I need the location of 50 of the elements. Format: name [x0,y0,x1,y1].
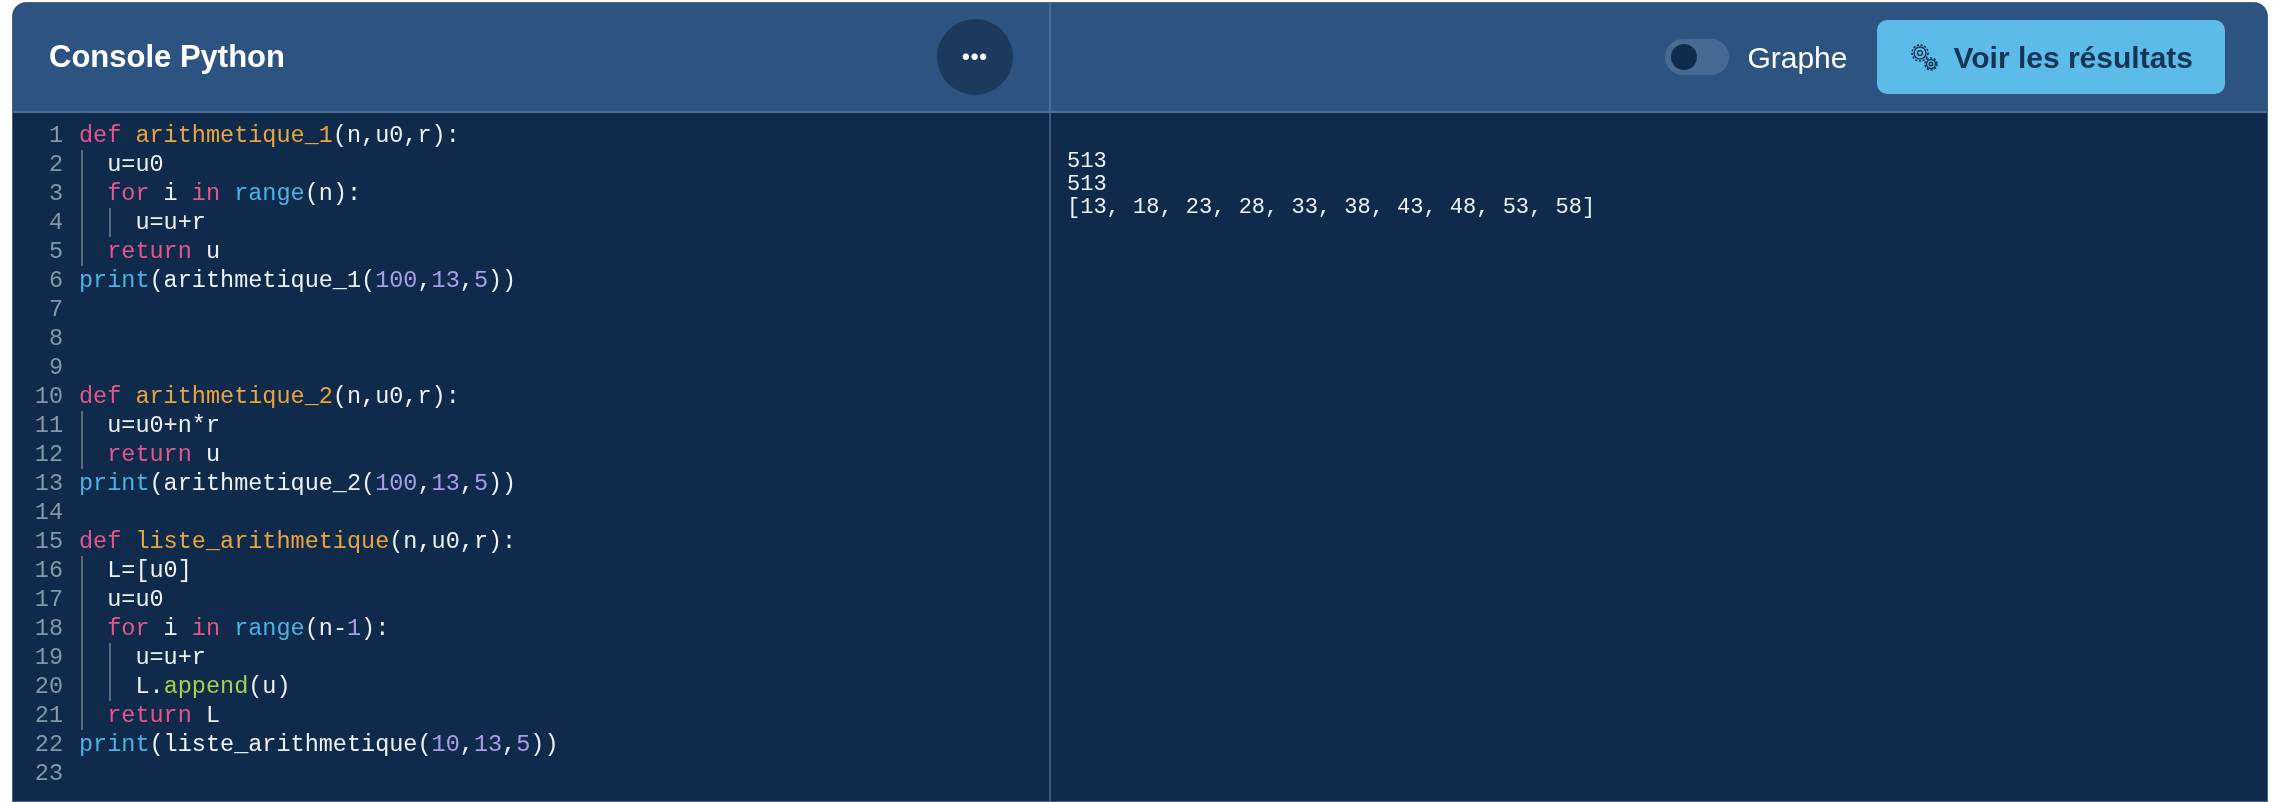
line-number: 9 [47,352,64,383]
line-number: 16 [33,555,64,586]
toggle-label: Graphe [1747,39,1848,76]
line-number: 23 [33,758,64,789]
line-number: 7 [47,294,64,325]
code-line: u=u0+n*r [106,410,221,441]
line-number: 3 [47,178,64,209]
code-line: u=u0 [106,584,164,615]
line-number: 2 [47,149,64,180]
line-number: 15 [33,526,64,557]
line-number: 8 [47,323,64,354]
line-number: 13 [33,468,64,499]
code-line: print(arithmetique_1(100,13,5)) [79,265,517,296]
line-number: 20 [33,671,64,702]
code-line: u=u0 [106,149,164,180]
code-line: return u [106,236,221,267]
line-number: 10 [33,381,64,412]
line-number: 1 [47,120,64,151]
line-number: 4 [47,207,64,238]
code-line: L=[u0] [106,555,192,586]
code-line: for i in range(n): [106,178,362,209]
line-number: 19 [33,642,64,673]
panel-title: Console Python [49,37,285,76]
more-button[interactable]: ••• [937,19,1013,95]
code-line: print(liste_arithmetique(10,13,5)) [79,729,559,760]
code-line: u=u+r [134,207,206,238]
code-line: L.append(u) [134,671,291,702]
code-line: return L [106,700,221,731]
code-line: def arithmetique_2(n,u0,r): [79,381,460,412]
line-number: 5 [47,236,64,267]
line-number: 17 [33,584,64,615]
output-line: 513 [1067,150,1107,173]
gears-icon [1909,42,1940,72]
code-line: def arithmetique_1(n,u0,r): [79,120,460,151]
line-number: 21 [33,700,64,731]
graph-toggle[interactable] [1665,39,1730,75]
output-line: [13, 18, 23, 28, 33, 38, 43, 48, 53, 58] [1067,196,1596,219]
code-line: print(arithmetique_2(100,13,5)) [79,468,517,499]
code-line: for i in range(n-1): [106,613,390,644]
line-number: 18 [33,613,64,644]
code-line: return u [106,439,221,470]
line-number: 6 [47,265,64,296]
output-line: 513 [1067,173,1107,196]
results-button[interactable]: Voir les résultats [1877,20,2225,94]
code-line: u=u+r [134,642,206,673]
line-number: 14 [33,497,64,528]
line-number: 22 [33,729,64,760]
line-number: 11 [33,410,64,441]
line-number: 12 [33,439,64,470]
code-line: def liste_arithmetique(n,u0,r): [79,526,517,557]
